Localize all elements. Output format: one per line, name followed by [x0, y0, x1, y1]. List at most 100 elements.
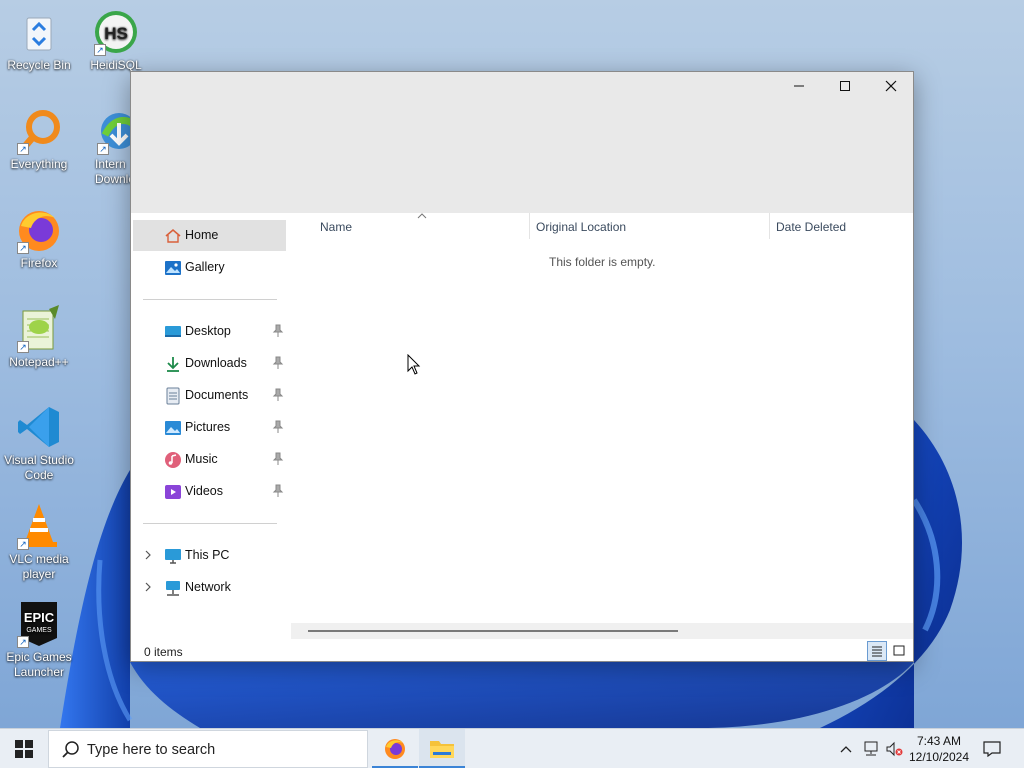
svg-text:EPIC: EPIC	[24, 610, 55, 625]
videos-icon	[165, 485, 181, 499]
desktop-icon-label: Visual Studio Code	[4, 453, 74, 482]
column-header-original-location[interactable]: Original Location	[536, 220, 626, 234]
firefox-icon: ↗	[15, 206, 63, 254]
desktop-icon-everything[interactable]: ↗ Everything	[1, 107, 77, 172]
nav-item-documents[interactable]: Documents	[133, 380, 286, 411]
desktop-icon-label: VLC media player	[9, 552, 69, 581]
taskbar-search-box[interactable]	[48, 730, 368, 768]
music-icon	[165, 452, 181, 468]
window-titlebar[interactable]	[131, 72, 913, 213]
pin-icon[interactable]	[272, 484, 284, 498]
desktop-icon-label: Firefox	[20, 256, 58, 270]
column-header-date-deleted[interactable]: Date Deleted	[776, 220, 846, 234]
large-icons-view-button[interactable]	[889, 641, 909, 661]
network-status-button[interactable]	[860, 729, 882, 768]
desktop-icon-firefox[interactable]: ↗ Firefox	[1, 206, 77, 271]
home-icon	[165, 228, 181, 243]
file-explorer-window: Home Gallery Desktop Downloads Documents…	[130, 71, 914, 662]
desktop-icon-recycle-bin[interactable]: Recycle Bin	[1, 8, 77, 73]
nav-item-label: Music	[185, 452, 218, 466]
sort-ascending-icon	[417, 213, 427, 219]
action-center-button[interactable]	[980, 729, 1004, 768]
downloads-icon	[167, 357, 179, 372]
empty-folder-message: This folder is empty.	[549, 255, 656, 269]
desktop-icon-vlc[interactable]: ↗ VLC media player	[1, 502, 77, 582]
heidisql-icon: HS ↗	[92, 8, 140, 56]
show-hidden-icons-button[interactable]	[836, 729, 856, 768]
maximize-button[interactable]	[822, 72, 868, 100]
nav-item-music[interactable]: Music	[133, 444, 286, 475]
nav-divider	[143, 523, 277, 524]
nav-item-network[interactable]: Network	[133, 572, 286, 603]
desktop-icon-internet-download[interactable]: ↗ Intern Downlo	[78, 107, 130, 187]
status-bar: 0 items	[131, 639, 913, 661]
nav-item-this-pc[interactable]: This PC	[133, 540, 286, 571]
nav-item-pictures[interactable]: Pictures	[133, 412, 286, 443]
volume-muted-icon	[886, 741, 903, 757]
pin-icon[interactable]	[272, 324, 284, 338]
nav-item-downloads[interactable]: Downloads	[133, 348, 286, 379]
taskbar-app-firefox[interactable]	[372, 729, 418, 768]
nav-item-desktop[interactable]: Desktop	[133, 316, 286, 347]
details-view-icon	[872, 646, 882, 657]
desktop-icon	[165, 326, 181, 337]
nav-item-label: Pictures	[185, 420, 231, 434]
windows-logo-icon	[15, 740, 33, 758]
minimize-button[interactable]	[776, 72, 822, 100]
nav-item-videos[interactable]: Videos	[133, 476, 286, 507]
shortcut-arrow-icon: ↗	[17, 242, 29, 254]
volume-button[interactable]	[884, 729, 904, 768]
pin-icon[interactable]	[272, 356, 284, 370]
this-pc-icon	[165, 549, 181, 564]
nav-item-label: Desktop	[185, 324, 231, 338]
chevron-right-icon[interactable]	[143, 549, 153, 561]
column-separator[interactable]	[769, 213, 770, 239]
chevron-right-icon[interactable]	[143, 581, 153, 593]
pin-icon[interactable]	[272, 420, 284, 434]
chevron-up-icon	[840, 746, 852, 753]
desktop-icon-epic-games[interactable]: EPIC GAMES ↗ Epic Games Launcher	[1, 600, 77, 680]
pictures-icon	[165, 421, 181, 435]
nav-item-label: Home	[185, 228, 219, 242]
desktop-icon-label: Notepad++	[9, 355, 69, 369]
file-list-pane[interactable]: Name Original Location Date Deleted This…	[291, 213, 913, 623]
shortcut-arrow-icon: ↗	[17, 143, 29, 155]
nav-item-home[interactable]: Home	[133, 220, 286, 251]
search-input[interactable]	[87, 739, 357, 761]
desktop-icon-label: Recycle Bin	[7, 58, 71, 72]
column-separator[interactable]	[529, 213, 530, 239]
pin-icon[interactable]	[272, 452, 284, 466]
nav-item-gallery[interactable]: Gallery	[133, 252, 286, 283]
shortcut-arrow-icon: ↗	[17, 538, 29, 550]
desktop-icon-label: Everything	[10, 157, 68, 171]
nav-item-label: Network	[185, 580, 231, 594]
item-count: 0 items	[144, 645, 183, 659]
desktop-icon-vscode[interactable]: Visual Studio Code	[1, 403, 77, 483]
desktop-icon-notepadpp[interactable]: ↗ Notepad++	[1, 305, 77, 370]
close-icon	[885, 80, 897, 92]
scrollbar-thumb[interactable]	[308, 630, 678, 632]
taskbar-clock[interactable]: 7:43 AM 12/10/2024	[905, 733, 973, 765]
start-button[interactable]	[0, 729, 48, 768]
network-tray-icon	[864, 741, 878, 756]
network-icon	[166, 581, 180, 596]
pin-icon[interactable]	[272, 388, 284, 402]
column-header-name[interactable]: Name	[320, 220, 352, 234]
maximize-icon	[840, 81, 850, 91]
large-icons-view-icon	[893, 645, 905, 656]
firefox-icon	[385, 739, 405, 759]
taskbar-app-file-explorer[interactable]	[419, 729, 465, 768]
clock-time: 7:43 AM	[916, 734, 962, 748]
desktop-icon-label: Intern Downlo	[95, 157, 130, 186]
nav-item-label: Documents	[185, 388, 249, 402]
mouse-cursor-icon	[407, 354, 421, 375]
svg-text:GAMES: GAMES	[26, 627, 52, 634]
epic-games-icon: EPIC GAMES ↗	[15, 600, 63, 648]
horizontal-scrollbar[interactable]	[291, 623, 913, 639]
desktop-icon-heidisql[interactable]: HS ↗ HeidiSQL	[78, 8, 154, 73]
close-button[interactable]	[868, 72, 914, 100]
details-view-button[interactable]	[867, 641, 887, 661]
desktop-icon-label: Epic Games Launcher	[6, 650, 72, 679]
shortcut-arrow-icon: ↗	[17, 636, 29, 648]
clock-date: 12/10/2024	[908, 750, 970, 764]
